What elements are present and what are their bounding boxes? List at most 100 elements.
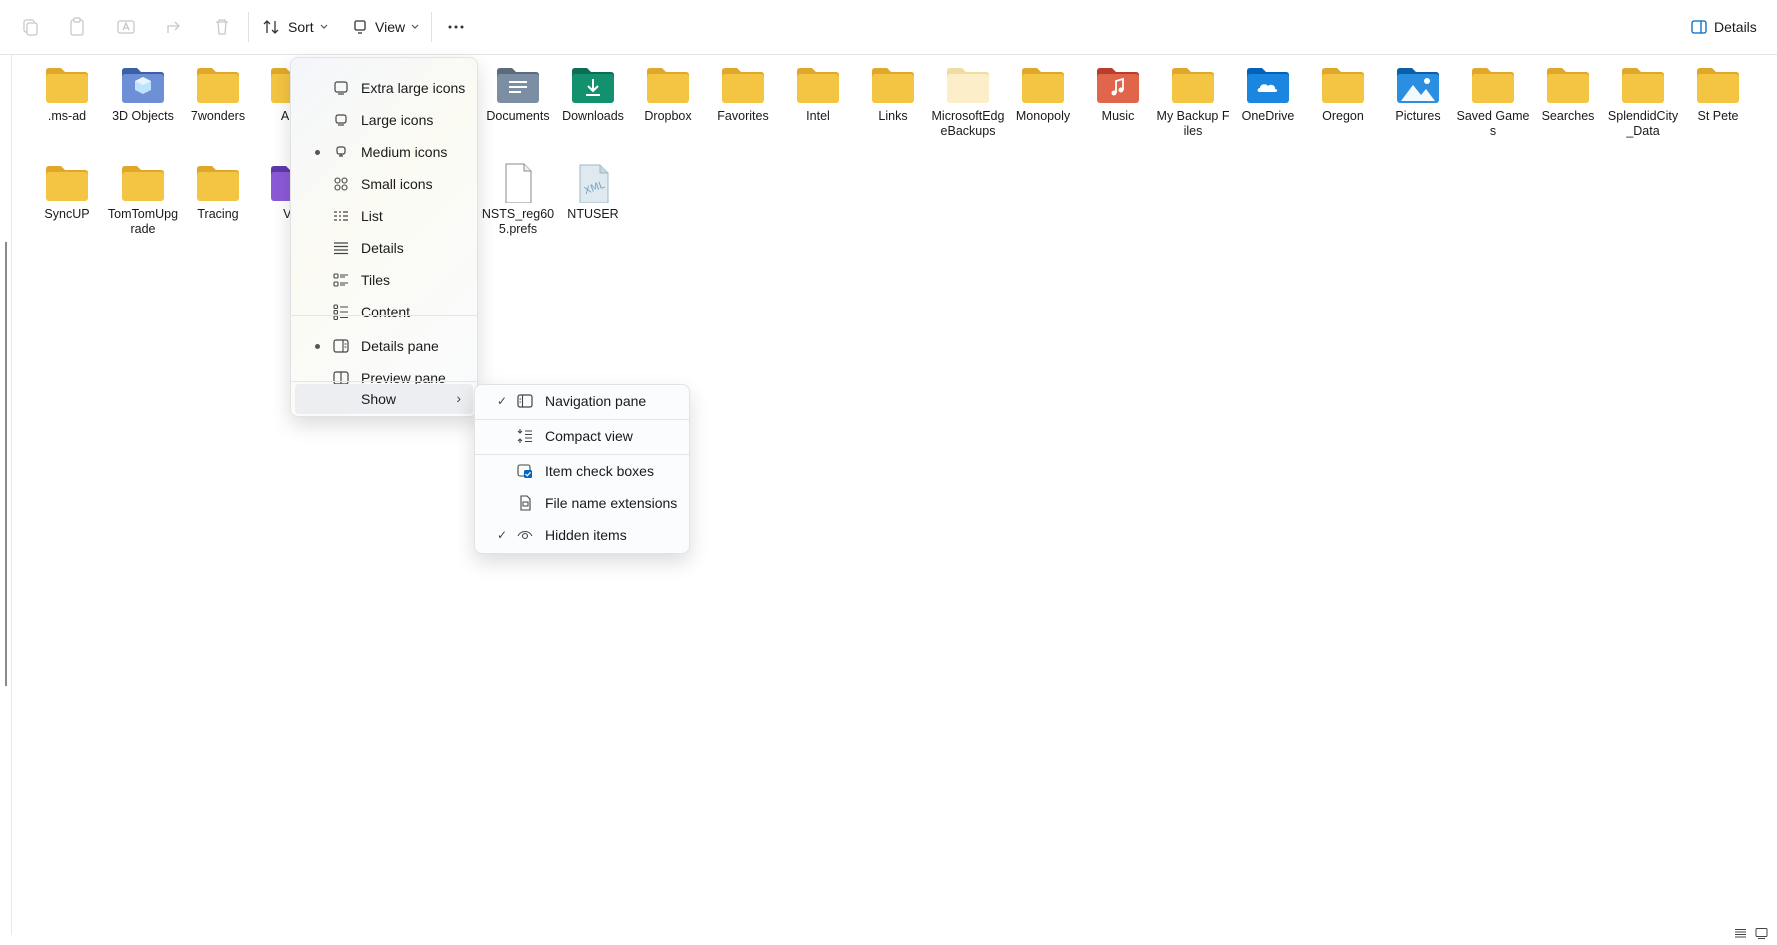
folder-icon (1006, 65, 1080, 105)
file-item[interactable]: Dropbox (631, 65, 705, 124)
file-item[interactable]: XML NTUSER (556, 163, 630, 222)
menu-item-file-name-extensions[interactable]: File name extensions (479, 488, 685, 518)
file-item-label: Dropbox (644, 109, 692, 123)
documents-folder-icon (481, 65, 555, 105)
menu-separator (291, 315, 477, 316)
file-item-label: Saved Games (1456, 109, 1530, 138)
view-label: View (375, 19, 406, 35)
file-item[interactable]: OneDrive (1231, 65, 1305, 124)
file-item[interactable]: NSTS_reg605.prefs (481, 163, 555, 237)
details-icon (334, 242, 348, 255)
file-item[interactable]: Tracing (181, 163, 255, 222)
folder-icon (106, 163, 180, 203)
menu-item-content[interactable]: Content (295, 297, 473, 327)
menu-item-show[interactable]: Show › (295, 384, 473, 414)
menu-item-label: Medium icons (361, 144, 448, 160)
pictures-folder-icon (1381, 65, 1455, 105)
rename-icon[interactable] (113, 14, 139, 40)
file-item[interactable]: .ms-ad (30, 65, 104, 124)
more-options-icon[interactable] (443, 14, 469, 40)
file-item-label: Documents (486, 109, 550, 123)
file-item[interactable]: Favorites (706, 65, 780, 124)
file-item[interactable]: My Backup Files (1156, 65, 1230, 139)
file-item-label: 3D Objects (112, 109, 174, 123)
menu-item-tiles[interactable]: Tiles (295, 265, 473, 295)
menu-item-label: Tiles (361, 272, 391, 288)
details-pane-icon (1691, 20, 1707, 34)
file-item-label: Favorites (717, 109, 769, 123)
file-item-label: OneDrive (1241, 109, 1295, 123)
file-item-label: Pictures (1395, 109, 1441, 123)
menu-item-label: List (361, 208, 383, 224)
file-item-label: Intel (806, 109, 830, 123)
toolbar-separator (431, 12, 432, 42)
file-item[interactable]: Oregon (1306, 65, 1380, 124)
file-item-label: Links (878, 109, 908, 123)
view-button[interactable]: View (352, 13, 426, 41)
sort-button[interactable]: Sort (263, 13, 335, 41)
file-item[interactable]: Downloads (556, 65, 630, 124)
command-bar: Sort View Details (0, 0, 1777, 55)
downloads-folder-icon (556, 65, 630, 105)
file-item[interactable]: 3D Objects (106, 65, 180, 124)
file-item[interactable]: 7wonders (181, 65, 255, 124)
details-view-icon[interactable] (1734, 928, 1747, 939)
scrollbar[interactable] (5, 242, 7, 686)
menu-item-label: File name extensions (545, 495, 678, 511)
file-item[interactable]: Pictures (1381, 65, 1455, 124)
menu-item-small-icons[interactable]: Small icons (295, 169, 473, 199)
sort-label: Sort (288, 19, 314, 35)
file-item[interactable]: Documents (481, 65, 555, 124)
details-pane-button[interactable]: Details (1691, 13, 1757, 41)
copy-icon[interactable] (17, 14, 43, 40)
details-label: Details (1714, 19, 1757, 35)
file-item[interactable]: Links (856, 65, 930, 124)
file-item[interactable]: TomTomUpgrade (106, 163, 180, 237)
folder-icon (181, 65, 255, 105)
menu-item-hidden-items[interactable]: ✓ Hidden items (479, 520, 685, 550)
menu-item-navigation-pane[interactable]: ✓ Navigation pane (479, 386, 685, 416)
menu-item-label: Compact view (545, 428, 633, 444)
file-item[interactable]: Saved Games (1456, 65, 1530, 139)
check-icon: ✓ (497, 394, 508, 408)
xml-file-icon: XML (556, 163, 630, 203)
folder-icon (181, 163, 255, 203)
menu-item-item-check-boxes[interactable]: Item check boxes (479, 456, 685, 486)
file-item[interactable]: MicrosoftEdgeBackups (931, 65, 1005, 139)
folder-light-icon (931, 65, 1005, 105)
delete-icon[interactable] (209, 14, 235, 40)
menu-item-label: Details pane (361, 338, 439, 354)
menu-item-label: Hidden items (545, 527, 627, 543)
menu-item-label: Show (361, 391, 397, 407)
folder-icon (1681, 65, 1755, 105)
chevron-right-icon: › (456, 390, 461, 406)
menu-item-large-icons[interactable]: Large icons (295, 105, 473, 135)
sort-icon (263, 20, 279, 34)
navigation-pane-border (11, 55, 12, 935)
file-item[interactable]: Music (1081, 65, 1155, 124)
file-item[interactable]: Monopoly (1006, 65, 1080, 124)
tiles-icon (333, 273, 348, 287)
music-folder-icon (1081, 65, 1155, 105)
file-extension-icon (520, 495, 531, 511)
file-item-label: NTUSER (567, 207, 619, 221)
share-icon[interactable] (161, 14, 187, 40)
file-item-label: NSTS_reg605.prefs (481, 207, 555, 236)
file-item[interactable]: SplendidCity_Data (1606, 65, 1680, 139)
paste-icon[interactable] (64, 14, 90, 40)
folder-icon (1156, 65, 1230, 105)
large-icons-view-icon[interactable] (1755, 928, 1768, 939)
file-item[interactable]: St Pete (1681, 65, 1755, 124)
menu-item-medium-icons[interactable]: Medium icons (295, 137, 473, 167)
file-item[interactable]: SyncUP (30, 163, 104, 222)
folder-icon (631, 65, 705, 105)
menu-item-extra-large-icons[interactable]: Extra large icons (295, 73, 473, 103)
menu-item-details[interactable]: Details (295, 233, 473, 263)
file-item[interactable]: Intel (781, 65, 855, 124)
menu-item-details-pane[interactable]: Details pane (295, 331, 473, 361)
file-item[interactable]: Searches (1531, 65, 1605, 124)
selected-bullet (315, 344, 320, 349)
menu-item-list[interactable]: List (295, 201, 473, 231)
menu-item-compact-view[interactable]: Compact view (479, 421, 685, 451)
folder-icon (856, 65, 930, 105)
